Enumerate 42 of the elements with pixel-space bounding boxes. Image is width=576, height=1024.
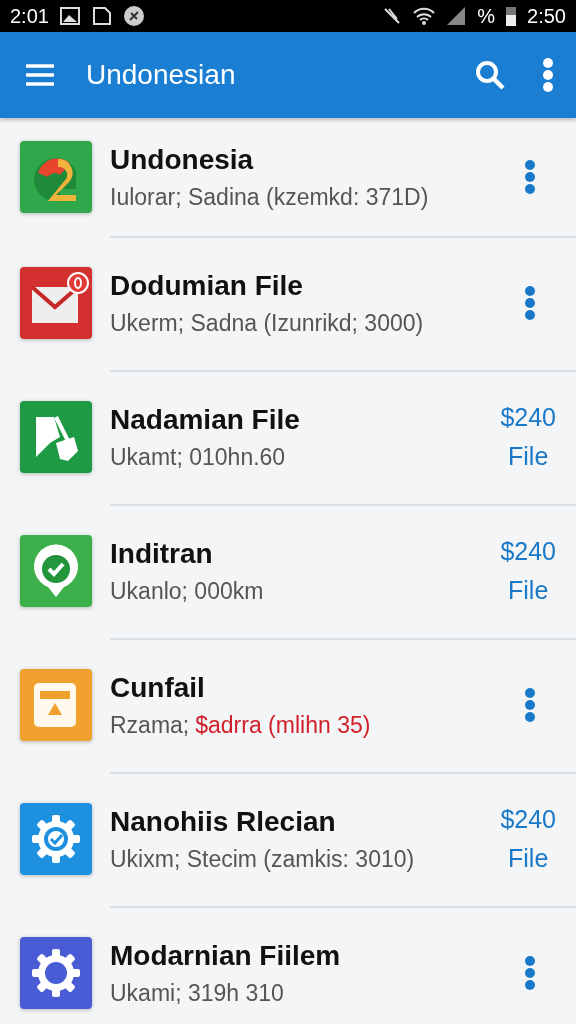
more-options-icon[interactable] [542, 58, 554, 92]
item-subtitle: Ukami; 319h 310 [110, 979, 284, 1007]
item-subtitle: Ukerm; Sadna (Izunrikd; 3000) [110, 309, 424, 337]
file-label: File [508, 844, 549, 873]
signal-icon [445, 5, 468, 27]
notification-icon [122, 5, 145, 27]
status-time: 2:50 [527, 4, 566, 28]
mail-icon [20, 267, 92, 339]
sim-card-icon [90, 5, 113, 27]
item-title: Inditran [110, 537, 214, 570]
wifi-icon [413, 5, 436, 27]
item-subtitle: Ukanlo; 000km [110, 577, 264, 605]
battery-percent: % [477, 4, 496, 28]
item-title: Undonesia [110, 143, 255, 176]
item-subtitle: Ukamt; 010hn.60 [110, 443, 286, 471]
price: $240 [500, 403, 556, 432]
search-icon[interactable] [474, 59, 506, 91]
item-title: Cunfail [110, 671, 206, 704]
price: $240 [500, 805, 556, 834]
item-title: Modarnian Fiilem [110, 939, 342, 972]
location-check-icon [20, 535, 92, 607]
file-label: File [508, 576, 549, 605]
more-options-icon[interactable] [524, 285, 536, 321]
item-title: Dodumian File [110, 269, 304, 302]
more-options-icon[interactable] [524, 687, 536, 723]
item-subtitle: Iulorar; Sadina (kzemkd: 371D) [110, 183, 429, 211]
more-options-icon[interactable] [524, 955, 536, 991]
item-subtitle: Ukixm; Stecim (zamkis: 3010) [110, 845, 415, 873]
item-title: Nadamian File [110, 403, 301, 436]
battery-icon [505, 5, 518, 27]
alert-text: $adrra (mlihn 35) [195, 711, 371, 739]
more-options-icon[interactable] [524, 159, 536, 195]
item-subtitle: Rzama; [110, 711, 190, 739]
image-icon [58, 5, 81, 27]
card-icon [20, 669, 92, 741]
app-title: Undonesian [86, 59, 237, 91]
gear-check-icon [20, 803, 92, 875]
status-time: 2:01 [10, 4, 49, 28]
settings-icon [20, 937, 92, 1009]
item-title: Nanohiis Rlecian [110, 805, 337, 838]
price: $240 [500, 537, 556, 566]
file-label: File [508, 442, 549, 471]
